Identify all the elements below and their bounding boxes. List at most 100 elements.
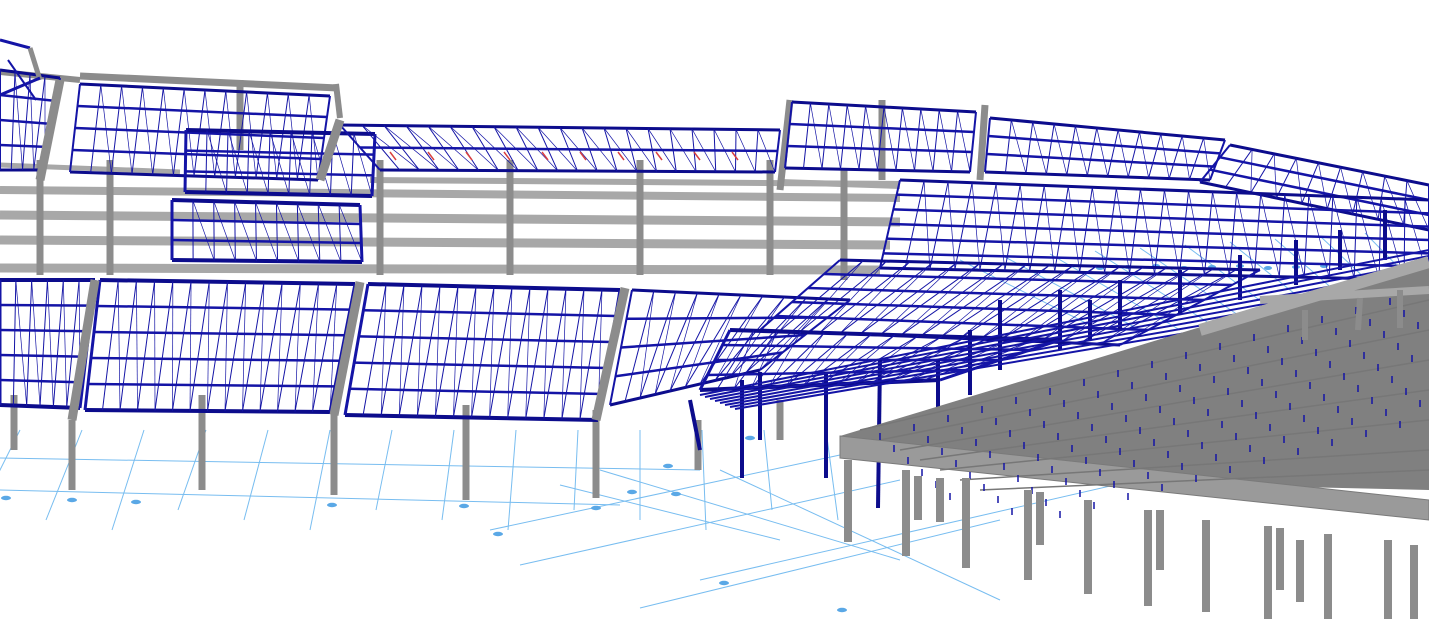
steel-roof-truss — [821, 103, 830, 169]
steel-roof-truss — [1004, 119, 1012, 173]
steel-box-frame — [206, 130, 227, 193]
support-node — [719, 580, 729, 586]
steel-roof-truss — [1340, 167, 1354, 215]
steel-box-frame — [317, 203, 342, 262]
steel-roof-truss — [1273, 153, 1277, 199]
steel-roof-truss — [277, 283, 301, 412]
steel-roof-truss — [52, 279, 64, 408]
steel-roof-truss — [380, 284, 405, 416]
steel-roof-truss — [988, 134, 1221, 155]
support-node — [1264, 266, 1272, 270]
steel-roof-truss — [119, 280, 137, 411]
steel-roof-truss — [189, 281, 210, 411]
steel-roof-truss — [452, 286, 477, 418]
support-node — [1, 495, 11, 501]
steel-roof-truss — [1096, 127, 1109, 177]
steel-roof-truss — [895, 107, 903, 171]
steel-roof-truss — [416, 285, 423, 417]
steel-roof-truss — [1148, 133, 1162, 178]
steel-roof-truss — [883, 106, 897, 171]
steel-roof-truss — [207, 281, 228, 412]
steel-roof-truss — [137, 280, 156, 411]
steel-roof-truss — [15, 279, 28, 407]
steel-roof-truss — [969, 111, 977, 173]
highlight-member — [465, 151, 473, 161]
steel-roof-truss — [1032, 121, 1047, 175]
concrete-beam — [0, 235, 891, 250]
steel-box-frame — [171, 198, 361, 207]
steel-box-frame — [255, 202, 257, 261]
steel-roof-truss — [62, 279, 68, 408]
steel-roof-truss — [1086, 127, 1098, 176]
support-node — [663, 463, 673, 469]
steel-roof-truss — [398, 285, 423, 417]
support-node — [493, 531, 503, 537]
steel-roof-truss — [1107, 129, 1119, 177]
steel-roof-truss — [207, 281, 210, 412]
steel-dome-rib — [0, 76, 41, 97]
steel-box-frame — [338, 204, 342, 262]
steel-roof-truss — [1011, 119, 1027, 174]
steel-roof-truss — [154, 281, 174, 411]
steel-gallery-truss — [735, 129, 737, 172]
steel-roof-truss — [1045, 123, 1055, 175]
steel-box-frame — [234, 201, 236, 261]
steel-roof-truss — [1326, 167, 1342, 209]
steel-roof-truss — [1275, 158, 1297, 199]
steel-box-frame — [213, 200, 236, 261]
steel-box-frame — [183, 129, 188, 193]
steel-box-frame — [276, 202, 299, 262]
steel-roof-truss — [47, 279, 54, 408]
support-node — [671, 491, 681, 497]
steel-box-frame — [296, 203, 300, 262]
steel-roof-truss — [1117, 129, 1129, 178]
steel-dome-rib — [0, 38, 31, 50]
support-node — [837, 607, 847, 613]
steel-roof-truss — [117, 280, 121, 411]
grid-line — [0, 489, 621, 506]
steel-box-frame — [267, 131, 271, 194]
support-node — [327, 502, 337, 508]
steel-box-frame — [317, 203, 321, 262]
support-node — [131, 499, 141, 505]
steel-roof-truss — [951, 110, 959, 172]
steel-roof-truss — [380, 284, 387, 416]
steel-roof-truss — [224, 281, 228, 412]
steel-roof-truss — [938, 109, 952, 172]
steel-roof-truss — [1168, 135, 1183, 179]
concrete-column — [333, 83, 343, 119]
steel-roof-truss — [435, 285, 441, 417]
steel-roof-truss — [31, 279, 41, 407]
steel-roof-truss — [39, 279, 48, 407]
steel-roof-truss — [1318, 162, 1328, 209]
highlight-member — [655, 151, 663, 161]
steel-roof-truss — [858, 105, 867, 170]
steel-roof-truss — [172, 281, 192, 411]
support-node — [67, 497, 77, 503]
steel-box-frame — [290, 132, 311, 195]
steel-box-frame — [171, 258, 363, 264]
support-node — [627, 489, 637, 495]
steel-roof-truss — [26, 279, 33, 407]
concrete-beam — [0, 210, 901, 227]
concrete-beam — [0, 186, 901, 202]
steel-box-frame — [275, 202, 279, 262]
highlight-member — [541, 151, 549, 161]
steel-roof-truss — [989, 116, 1226, 142]
steel-box-frame — [297, 203, 321, 262]
steel-box-frame — [255, 202, 278, 262]
steel-roof-truss — [1066, 125, 1076, 175]
steel-roof-truss — [136, 280, 138, 411]
steel-roof-truss — [840, 104, 848, 170]
steel-box-frame — [234, 201, 257, 262]
steel-roof-truss — [1301, 162, 1319, 204]
steel-box-frame — [288, 132, 292, 195]
concrete-beam — [0, 263, 881, 275]
steel-roof-truss — [416, 285, 441, 417]
structural-model-canvas[interactable] — [0, 0, 1429, 619]
steel-roof-truss — [1250, 149, 1253, 193]
steel-roof-truss — [1053, 123, 1068, 175]
model-3d-viewport[interactable] — [0, 0, 1429, 619]
steel-roof-truss — [362, 284, 387, 416]
steel-roof-truss — [932, 109, 940, 172]
